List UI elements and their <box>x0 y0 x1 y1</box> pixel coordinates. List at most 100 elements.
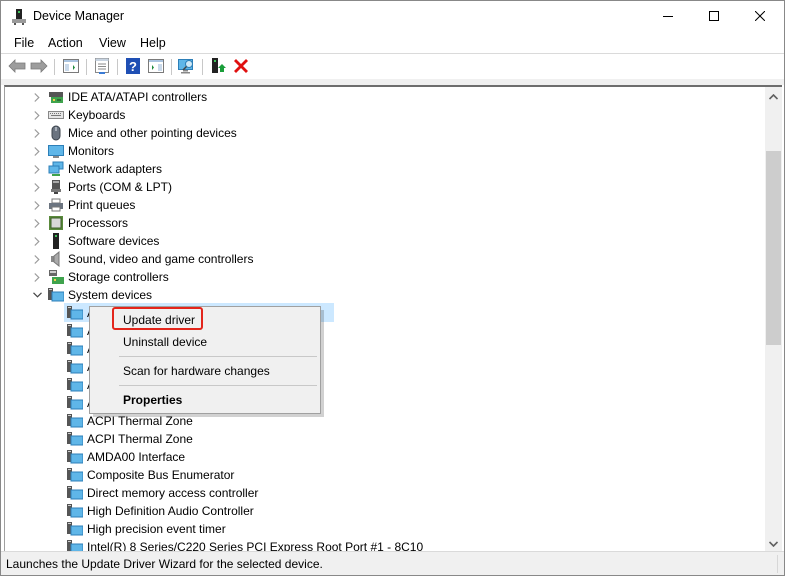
tree-device-row[interactable]: ACPI Thermal Zone <box>5 430 761 448</box>
tree-category-label: Software devices <box>68 234 160 248</box>
tree-category-label: Network adapters <box>68 162 163 176</box>
maximize-icon <box>709 10 719 24</box>
chevron-right-icon[interactable] <box>32 88 42 106</box>
minimize-button[interactable] <box>645 1 691 32</box>
toolbar: ? <box>1 55 784 79</box>
system-device-icon <box>67 503 84 519</box>
tree-category-label: Processors <box>68 216 129 230</box>
device-manager-icon <box>12 9 26 25</box>
menu-action[interactable]: Action <box>47 36 84 50</box>
tree-category-row[interactable]: Monitors <box>5 142 761 160</box>
keyboard-icon <box>48 107 64 123</box>
forward-button[interactable] <box>30 58 48 76</box>
back-button[interactable] <box>8 58 26 76</box>
tree-device-row[interactable]: Direct memory access controller <box>5 484 761 502</box>
properties-button[interactable] <box>93 57 111 77</box>
chevron-right-icon[interactable] <box>32 232 42 250</box>
system-device-icon <box>48 287 65 303</box>
menu-help[interactable]: Help <box>139 36 167 50</box>
system-device-icon <box>67 413 84 429</box>
chevron-up-icon <box>768 89 779 103</box>
toolbar-separator <box>171 59 172 75</box>
software-device-icon <box>48 233 64 249</box>
tree-category-label: Sound, video and game controllers <box>68 252 254 266</box>
action-pane-icon <box>148 58 164 76</box>
system-device-icon <box>67 485 84 501</box>
tree-category-row[interactable]: Print queues <box>5 196 761 214</box>
show-hide-action-pane-button[interactable] <box>147 58 165 76</box>
context-menu-uninstall-device[interactable]: Uninstall device <box>123 333 207 351</box>
scan-hardware-button[interactable] <box>178 58 196 76</box>
context-menu-separator <box>119 356 317 357</box>
scroll-down-button[interactable] <box>765 534 782 551</box>
close-button[interactable] <box>737 1 783 32</box>
chevron-right-icon[interactable] <box>32 196 42 214</box>
scrollbar-thumb[interactable] <box>766 151 781 345</box>
tree-category-row[interactable]: IDE ATA/ATAPI controllers <box>5 88 761 106</box>
system-device-icon <box>67 539 84 551</box>
context-menu-properties[interactable]: Properties <box>123 391 182 409</box>
tree-category-row[interactable]: Storage controllers <box>5 268 761 286</box>
menu-view[interactable]: View <box>98 36 127 50</box>
chevron-right-icon[interactable] <box>32 178 42 196</box>
close-icon <box>754 10 766 24</box>
tree-category-row[interactable]: System devices <box>5 286 761 304</box>
tree-category-row[interactable]: Network adapters <box>5 160 761 178</box>
tree-category-row[interactable]: Processors <box>5 214 761 232</box>
context-menu: Update driver Uninstall device Scan for … <box>89 306 321 414</box>
chevron-right-icon[interactable] <box>32 106 42 124</box>
svg-text:?: ? <box>129 59 137 74</box>
tree-category-row[interactable]: Ports (COM & LPT) <box>5 178 761 196</box>
tree-category-label: System devices <box>68 288 153 302</box>
toolbar-separator <box>117 59 118 75</box>
chevron-right-icon[interactable] <box>32 142 42 160</box>
arrow-left-icon <box>8 58 26 76</box>
chevron-down-icon <box>768 536 779 550</box>
network-adapter-icon <box>48 161 64 177</box>
system-device-icon <box>67 341 84 357</box>
console-tree-icon <box>63 58 79 76</box>
chevron-right-icon[interactable] <box>32 124 42 142</box>
device-manager-window: Device Manager File Action View Help ? I… <box>0 0 785 576</box>
scan-monitor-icon <box>178 58 196 77</box>
vertical-scrollbar[interactable] <box>765 87 782 551</box>
context-menu-update-driver[interactable]: Update driver <box>123 311 195 329</box>
speaker-icon <box>48 250 64 268</box>
context-menu-scan-hardware[interactable]: Scan for hardware changes <box>123 362 270 380</box>
chevron-down-icon[interactable] <box>32 286 42 304</box>
tree-category-row[interactable]: Sound, video and game controllers <box>5 250 761 268</box>
tree-category-label: Monitors <box>68 144 115 158</box>
show-hide-console-tree-button[interactable] <box>62 58 80 76</box>
tree-category-label: IDE ATA/ATAPI controllers <box>68 90 208 104</box>
update-driver-button[interactable] <box>209 57 227 77</box>
maximize-button[interactable] <box>691 1 737 32</box>
update-driver-icon <box>210 57 226 77</box>
tree-category-row[interactable]: Mice and other pointing devices <box>5 124 761 142</box>
tree-device-row[interactable]: High precision event timer <box>5 520 761 538</box>
chevron-right-icon[interactable] <box>32 214 42 232</box>
tree-device-label: ACPI Thermal Zone <box>87 432 193 446</box>
tree-category-label: Storage controllers <box>68 270 169 284</box>
tree-device-row[interactable]: High Definition Audio Controller <box>5 502 761 520</box>
scroll-up-button[interactable] <box>765 87 782 104</box>
system-device-icon <box>67 305 84 321</box>
system-device-icon <box>67 467 84 483</box>
chevron-right-icon[interactable] <box>32 250 42 268</box>
tree-device-row[interactable]: AMDA00 Interface <box>5 448 761 466</box>
toolbar-separator <box>54 59 55 75</box>
tree-category-row[interactable]: Software devices <box>5 232 761 250</box>
tree-category-row[interactable]: Keyboards <box>5 106 761 124</box>
help-button[interactable]: ? <box>124 57 142 76</box>
tree-device-row[interactable]: Composite Bus Enumerator <box>5 466 761 484</box>
uninstall-device-button[interactable] <box>232 58 250 76</box>
monitor-icon <box>48 143 64 159</box>
tree-category-label: Ports (COM & LPT) <box>68 180 173 194</box>
properties-icon <box>94 57 110 77</box>
tree-device-row[interactable]: Intel(R) 8 Series/C220 Series PCI Expres… <box>5 538 761 551</box>
chevron-right-icon[interactable] <box>32 268 42 286</box>
tree-device-label: High Definition Audio Controller <box>87 504 254 518</box>
system-device-icon <box>67 395 84 411</box>
tree-device-label: Composite Bus Enumerator <box>87 468 235 482</box>
menu-file[interactable]: File <box>13 36 35 50</box>
chevron-right-icon[interactable] <box>32 160 42 178</box>
